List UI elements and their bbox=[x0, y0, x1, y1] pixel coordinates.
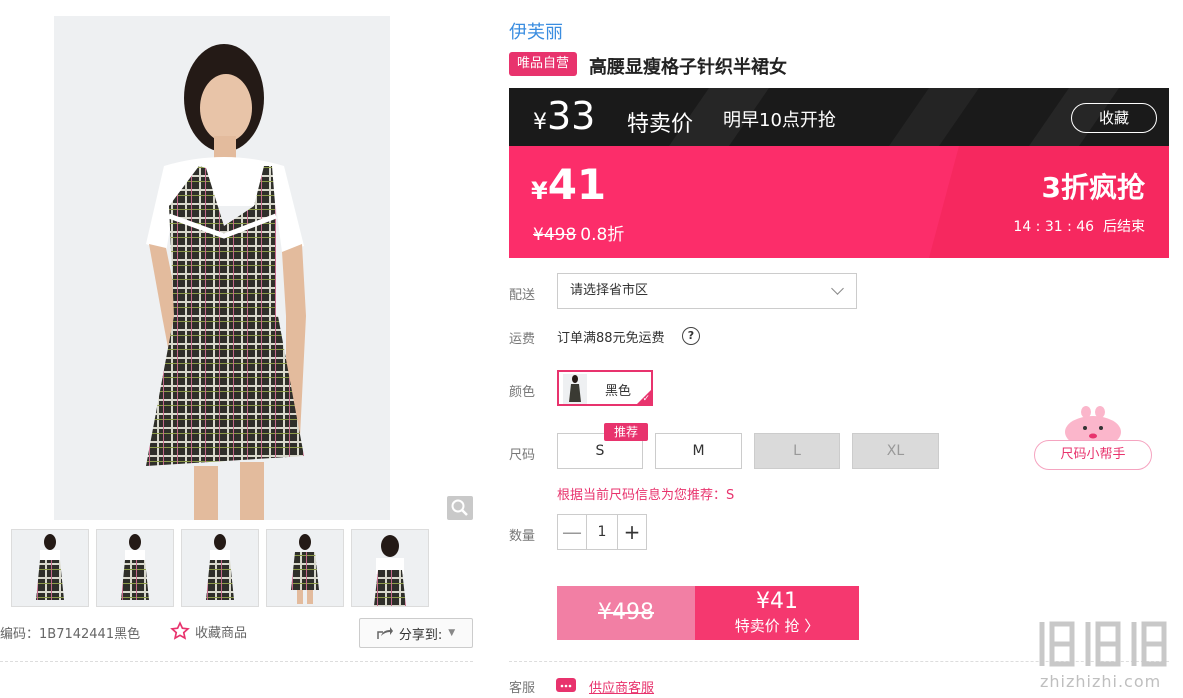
brand-link[interactable]: 伊芙丽 bbox=[509, 18, 563, 44]
presale-label: 特卖价 bbox=[627, 112, 694, 137]
color-label: 颜色 bbox=[509, 385, 536, 400]
color-name: 黑色 bbox=[605, 384, 632, 399]
chevron-down-icon bbox=[831, 282, 844, 295]
color-swatch bbox=[563, 374, 587, 404]
size-option-xl: XL bbox=[852, 433, 939, 469]
currency-symbol: ¥ bbox=[531, 177, 548, 205]
check-icon: ✓ bbox=[642, 394, 650, 404]
countdown-time: 14 : 31 : 46 bbox=[1013, 219, 1095, 235]
thumbnail-image bbox=[182, 530, 258, 606]
thumbnail[interactable] bbox=[351, 529, 429, 607]
quantity-plus-button[interactable]: + bbox=[618, 515, 646, 549]
thumbnail-image bbox=[97, 530, 173, 606]
magnifier-icon bbox=[451, 499, 468, 516]
countdown: 14 : 31 : 46 后结束 bbox=[1013, 216, 1145, 236]
size-recommendation: 根据当前尺码信息为您推荐：S bbox=[557, 488, 735, 503]
star-icon bbox=[170, 621, 190, 640]
shipping-label: 运费 bbox=[509, 332, 536, 347]
favorite-product-label: 收藏商品 bbox=[195, 625, 248, 641]
thumbnail[interactable] bbox=[266, 529, 344, 607]
countdown-suffix: 后结束 bbox=[1103, 219, 1145, 235]
self-operated-tag: 唯品自营 bbox=[509, 52, 577, 76]
buy-original-price-value: ¥498 bbox=[598, 600, 654, 625]
caret-down-icon: ▼ bbox=[448, 628, 456, 638]
thumbnail-image bbox=[12, 530, 88, 606]
quantity-label: 数量 bbox=[509, 529, 536, 544]
promo-title: 3折疯抢 bbox=[1041, 171, 1145, 204]
supplier-service-link[interactable]: 供应商客服 bbox=[589, 677, 654, 696]
favorite-product[interactable]: 收藏商品 bbox=[170, 621, 247, 641]
presale-price-value: 33 bbox=[547, 94, 596, 138]
watermark-logo bbox=[1039, 621, 1167, 667]
product-title: 高腰显瘦格子针织半裙女 bbox=[589, 57, 787, 78]
region-select-value: 请选择省市区 bbox=[570, 283, 649, 298]
banner-stripes bbox=[669, 88, 1119, 146]
share-label: 分享到: bbox=[398, 627, 443, 643]
thumbnail[interactable] bbox=[11, 529, 89, 607]
currency-symbol: ¥ bbox=[533, 110, 547, 135]
size-option-m[interactable]: M bbox=[655, 433, 742, 469]
flash-price-value: 41 bbox=[547, 160, 607, 209]
color-option-black[interactable]: 黑色 ✓ bbox=[557, 370, 653, 406]
model-illustration bbox=[54, 16, 390, 520]
size-option-l: L bbox=[754, 433, 840, 469]
delivery-label: 配送 bbox=[509, 288, 536, 303]
original-price: ¥498 bbox=[533, 225, 577, 245]
quantity-stepper: — 1 + bbox=[557, 514, 647, 550]
size-label: 尺码 bbox=[509, 448, 536, 463]
main-product-image[interactable] bbox=[54, 16, 390, 520]
divider bbox=[0, 661, 473, 662]
discount-rate: 0.8折 bbox=[580, 225, 625, 245]
zoom-button[interactable] bbox=[447, 496, 473, 520]
thumbnail-image bbox=[352, 530, 428, 606]
sku-code: 编码：1B7142441黑色 bbox=[0, 627, 141, 642]
share-button[interactable]: 分享到: ▼ bbox=[359, 618, 473, 648]
service-label: 客服 bbox=[509, 681, 536, 696]
shipping-info: 订单满88元免运费 bbox=[557, 331, 665, 346]
chat-icon bbox=[556, 678, 576, 692]
thumbnail[interactable] bbox=[181, 529, 259, 607]
buy-original-price: ¥498 bbox=[557, 586, 695, 640]
quantity-minus-button[interactable]: — bbox=[558, 515, 586, 549]
buy-price: ¥41 bbox=[756, 589, 798, 614]
help-icon[interactable]: ? bbox=[682, 327, 700, 345]
flash-price: ¥41 bbox=[531, 160, 606, 209]
size-helper-button[interactable]: 尺码小帮手 bbox=[1034, 440, 1152, 470]
watermark-url: zhizhizhi.com bbox=[1040, 672, 1162, 691]
recommend-badge: 推荐 bbox=[604, 423, 648, 441]
buy-now-button[interactable]: ¥41 特卖价 抢 〉 bbox=[695, 586, 859, 640]
presale-price: ¥33 bbox=[533, 94, 595, 138]
original-price-row: ¥498 0.8折 bbox=[533, 220, 624, 245]
favorite-button[interactable]: 收藏 bbox=[1071, 103, 1157, 133]
thumbnail-image bbox=[267, 530, 343, 606]
thumbnail[interactable] bbox=[96, 529, 174, 607]
region-select[interactable]: 请选择省市区 bbox=[557, 273, 857, 309]
flash-sale-banner: ¥41 ¥498 0.8折 3折疯抢 14 : 31 : 46 后结束 bbox=[509, 146, 1169, 258]
share-icon bbox=[377, 627, 393, 639]
presale-start-time: 明早10点开抢 bbox=[723, 110, 836, 131]
presale-banner: ¥33 特卖价 明早10点开抢 收藏 bbox=[509, 88, 1169, 146]
buy-action-label: 特卖价 抢 〉 bbox=[734, 617, 820, 635]
quantity-input[interactable]: 1 bbox=[586, 515, 618, 549]
